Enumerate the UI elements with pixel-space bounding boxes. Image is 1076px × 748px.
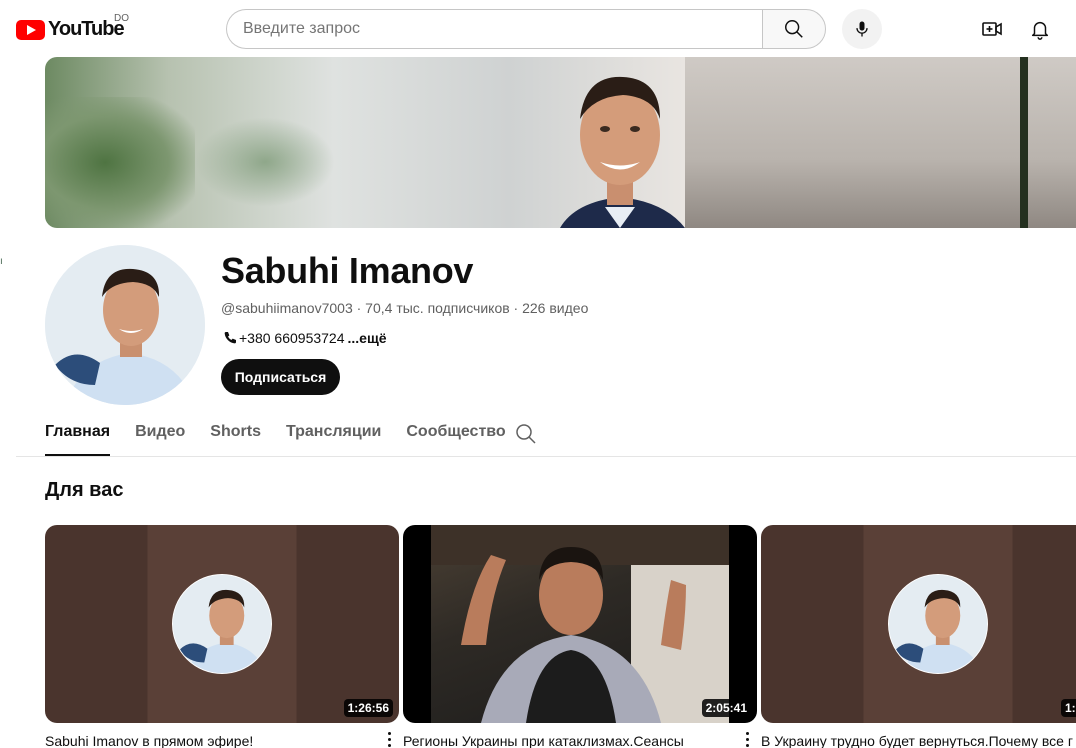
search-box[interactable] bbox=[226, 9, 763, 49]
video-card[interactable]: 2:05:41 Регионы Украины при катаклизмах.… bbox=[403, 525, 757, 748]
video-card[interactable]: 1:5 В Украину трудно будет вернуться.Поч… bbox=[761, 525, 1076, 748]
video-title[interactable]: Регионы Украины при катаклизмах.Сеансы bbox=[403, 733, 733, 748]
top-bar: YouTube DO bbox=[0, 0, 1076, 58]
youtube-logo-icon bbox=[16, 19, 45, 40]
youtube-logo[interactable]: YouTube bbox=[16, 18, 125, 41]
voice-search-button[interactable] bbox=[842, 9, 882, 49]
channel-meta: @sabuhiimanov7003 · 70,4 тыс. подписчико… bbox=[221, 300, 589, 316]
video-duration: 1:26:56 bbox=[343, 699, 393, 717]
tab-shorts[interactable]: Shorts bbox=[210, 418, 261, 456]
search-icon bbox=[516, 424, 536, 444]
channel-tabs: Главная Видео Shorts Трансляции Сообщест… bbox=[45, 418, 531, 456]
search-button[interactable] bbox=[762, 9, 826, 49]
video-duration: 2:05:41 bbox=[701, 699, 751, 717]
video-title[interactable]: В Украину трудно будет вернуться.Почему … bbox=[761, 733, 1076, 748]
thumbnail-avatar bbox=[888, 574, 988, 674]
banner-portrait bbox=[560, 76, 685, 228]
video-card[interactable]: 1:26:56 Sabuhi Imanov в прямом эфире! bbox=[45, 525, 399, 748]
microphone-icon bbox=[856, 21, 868, 37]
thumbnail-scene bbox=[431, 525, 729, 723]
video-duration: 1:5 bbox=[1061, 699, 1076, 717]
avatar-image bbox=[45, 245, 205, 405]
search-input[interactable] bbox=[243, 20, 763, 38]
channel-banner bbox=[45, 57, 1076, 228]
channel-description[interactable]: +380 660953724 ...ещё bbox=[221, 330, 387, 346]
video-thumbnail[interactable]: 1:26:56 bbox=[45, 525, 399, 723]
video-thumbnail[interactable]: 1:5 bbox=[761, 525, 1076, 723]
tab-community[interactable]: Сообщество bbox=[406, 418, 505, 456]
notifications-button[interactable] bbox=[1020, 9, 1060, 49]
video-thumbnail[interactable]: 2:05:41 bbox=[403, 525, 757, 723]
more-link[interactable]: ...ещё bbox=[348, 330, 387, 346]
logo-text: YouTube bbox=[48, 18, 125, 40]
thumbnail-avatar bbox=[172, 574, 272, 674]
tab-videos[interactable]: Видео bbox=[135, 418, 185, 456]
tab-live[interactable]: Трансляции bbox=[286, 418, 381, 456]
video-title[interactable]: Sabuhi Imanov в прямом эфире! bbox=[45, 733, 375, 748]
search-icon bbox=[785, 20, 803, 38]
more-options-icon[interactable] bbox=[381, 729, 397, 748]
create-video-icon bbox=[982, 22, 1002, 36]
edge-mark: ı bbox=[0, 256, 3, 267]
create-button[interactable] bbox=[972, 9, 1012, 49]
channel-name: Sabuhi Imanov bbox=[221, 250, 474, 291]
bell-icon bbox=[1031, 21, 1049, 40]
channel-avatar[interactable] bbox=[45, 245, 205, 405]
more-options-icon[interactable] bbox=[739, 729, 755, 748]
phone-icon bbox=[224, 332, 236, 344]
tab-home[interactable]: Главная bbox=[45, 418, 111, 456]
tabs-divider bbox=[16, 456, 1076, 457]
subscribe-button[interactable]: Подписаться bbox=[221, 359, 340, 395]
channel-search-button[interactable] bbox=[514, 422, 538, 446]
region-code: DO bbox=[114, 13, 129, 24]
phone-number: +380 660953724 bbox=[239, 330, 345, 346]
section-title: Для вас bbox=[45, 479, 124, 501]
